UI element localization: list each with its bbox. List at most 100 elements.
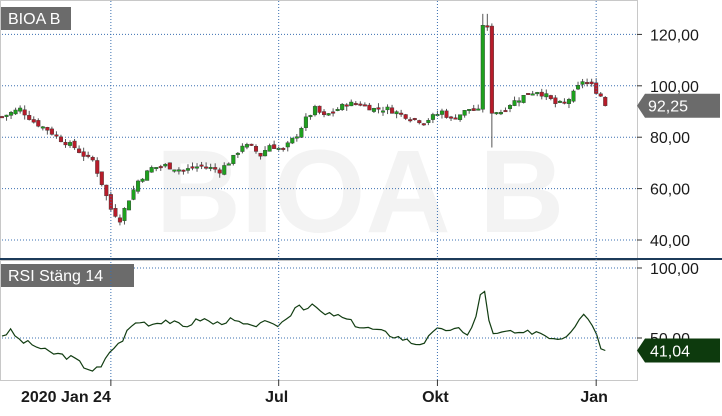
candle-body — [253, 146, 259, 152]
rsi-title-badge: RSI Stäng 14 — [1, 264, 134, 287]
candle-body — [22, 109, 27, 116]
candle-body — [449, 116, 454, 119]
candle-body — [158, 166, 163, 169]
candle-body — [213, 167, 218, 170]
x-tick-label-3: Jan — [580, 389, 608, 406]
candle-body — [390, 107, 395, 114]
candle — [136, 179, 141, 194]
candle-body — [290, 137, 295, 144]
candle-body — [394, 111, 399, 115]
candle-body — [172, 169, 177, 172]
candle-body — [494, 112, 499, 115]
candle-body — [317, 105, 322, 113]
candle-body — [195, 166, 200, 169]
candle-body — [349, 101, 354, 107]
candle-body — [585, 82, 590, 85]
candle-body — [31, 119, 36, 123]
candle — [99, 171, 104, 187]
rsi-title: RSI Stäng 14 — [8, 268, 103, 285]
candle-body — [131, 189, 136, 200]
candle-body — [353, 103, 358, 106]
candle-body — [335, 109, 340, 111]
stock-chart-container: BIOA B 40,00 60,00 80,00 100,00 120,00 BIOA … — [0, 0, 722, 411]
candle-body — [303, 116, 308, 128]
candle-body — [231, 154, 236, 164]
candle-body — [576, 85, 581, 90]
candle-body — [403, 114, 408, 119]
candle-body — [421, 123, 426, 126]
candle-body — [371, 108, 376, 112]
candle-body — [18, 107, 23, 112]
candle-body — [281, 147, 286, 150]
candle-body — [512, 100, 517, 106]
candle-body — [154, 167, 159, 170]
candle-body — [589, 81, 594, 85]
candle — [145, 169, 150, 181]
candle-body — [63, 141, 68, 146]
candle-body — [548, 95, 553, 99]
candle-body — [380, 110, 386, 113]
candle-body — [240, 145, 245, 152]
candle-body — [331, 111, 336, 114]
candle-body — [476, 108, 481, 111]
candle-body — [267, 145, 272, 152]
candle-body — [126, 200, 132, 211]
candle-body — [249, 143, 254, 146]
last-price-badge: 92,25 — [637, 93, 720, 118]
rsi-y-axis: 50,00100,00 — [637, 261, 699, 348]
candle-body — [58, 136, 63, 143]
price-y-label-4: 120,00 — [650, 27, 699, 44]
candle-body — [417, 120, 422, 124]
price-panel: BIOA B 40,00 60,00 80,00 100,00 120,00 BIOA … — [0, 0, 720, 259]
candle-body — [45, 127, 50, 131]
candle-body — [285, 142, 290, 148]
candle-body — [99, 171, 104, 185]
candle-body — [185, 168, 190, 171]
candle-body — [272, 144, 277, 149]
price-y-label-0: 40,00 — [650, 233, 690, 250]
candle-body — [54, 134, 59, 137]
candle-body — [399, 112, 404, 115]
candle-body — [312, 106, 317, 116]
last-price-label: 92,25 — [648, 99, 688, 116]
candle-body — [113, 208, 118, 217]
candle — [299, 126, 304, 139]
candle-body — [222, 165, 227, 175]
candle-body — [521, 95, 526, 103]
candle-body — [458, 114, 463, 120]
candle-body — [340, 103, 345, 111]
candle — [571, 89, 576, 103]
x-tick-label-0: 2020 Jan 24 — [21, 389, 111, 406]
candle — [603, 96, 608, 107]
stock-chart: BIOA B 40,00 60,00 80,00 100,00 120,00 BIOA … — [0, 0, 722, 406]
candle-body — [86, 154, 91, 157]
candle-body — [181, 169, 186, 172]
rsi-y-label-1: 100,00 — [650, 261, 699, 278]
candle — [167, 162, 172, 170]
x-tick-label-1: Jul — [265, 389, 288, 406]
candle-body — [503, 110, 508, 113]
candle-body — [27, 115, 32, 120]
rsi-last-value-label: 41,04 — [650, 344, 690, 361]
price-y-label-3: 100,00 — [650, 79, 699, 96]
candle-body — [603, 97, 608, 106]
candle-body — [149, 167, 154, 173]
candle-body — [49, 128, 54, 135]
rsi-last-value-badge: 41,04 — [637, 338, 720, 363]
candle — [340, 103, 345, 111]
candle-body — [480, 25, 485, 110]
candle-body — [167, 162, 172, 170]
candle-body — [326, 113, 331, 116]
candle-body — [426, 120, 431, 123]
candle-body — [471, 108, 476, 111]
candle-body — [117, 217, 122, 223]
price-watermark: BIOA B — [156, 126, 565, 258]
candle-body — [485, 25, 490, 28]
x-tick-label-2: Okt — [422, 389, 449, 406]
candle-body — [553, 97, 558, 104]
candle-body — [566, 99, 571, 104]
candle-body — [299, 127, 304, 138]
candle-body — [77, 148, 82, 153]
candle-body — [122, 208, 127, 221]
candle-body — [199, 164, 204, 167]
